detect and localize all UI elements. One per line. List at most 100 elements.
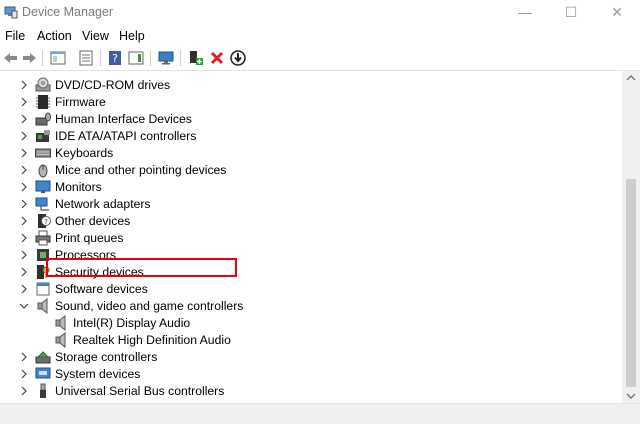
printer-icon (35, 230, 51, 246)
scroll-down-icon[interactable] (622, 389, 640, 403)
hid-icon (35, 112, 51, 126)
chevron-right-icon[interactable] (18, 248, 30, 262)
tree-item-intel-display-audio[interactable]: Intel(R) Display Audio (0, 315, 622, 332)
menu-bar: File Action View Help (0, 26, 640, 46)
speaker-icon (55, 315, 66, 331)
usb-icon (40, 383, 46, 398)
dvd-drive-icon (35, 77, 51, 92)
device-list-icon[interactable] (77, 49, 95, 67)
forward-icon[interactable] (20, 49, 38, 67)
tree-item-label: Sound, video and game controllers (55, 299, 244, 313)
chevron-right-icon[interactable] (18, 163, 30, 177)
tree-item-label: Security devices (55, 265, 144, 279)
chevron-right-icon[interactable] (18, 112, 30, 126)
tree-item-software-devices[interactable]: Software devices (0, 281, 622, 298)
chevron-right-icon[interactable] (18, 197, 30, 211)
chevron-right-icon[interactable] (18, 146, 30, 160)
chevron-right-icon[interactable] (18, 231, 30, 245)
tree-item-other-devices[interactable]: ? Other devices (0, 213, 622, 230)
chevron-right-icon[interactable] (18, 384, 30, 398)
tree-item-label: Intel(R) Display Audio (73, 316, 191, 330)
tree-item-network-adapters[interactable]: Network adapters (0, 196, 622, 213)
chevron-right-icon[interactable] (18, 214, 30, 228)
software-device-icon (36, 282, 50, 296)
toolbar-separator (100, 50, 101, 66)
vertical-scrollbar[interactable] (622, 71, 640, 403)
monitor-scan-icon[interactable] (157, 49, 175, 67)
maximize-button[interactable]: ☐ (548, 0, 594, 26)
processor-icon (37, 249, 49, 261)
menu-help[interactable]: Help (119, 29, 145, 43)
close-button[interactable]: ✕ (594, 0, 640, 26)
window-title: Device Manager (22, 5, 114, 19)
tree-item-label: Software devices (55, 282, 148, 296)
security-device-icon (37, 265, 50, 279)
tree-item-label: System devices (55, 367, 141, 381)
tree-item-label: Universal Serial Bus controllers (55, 384, 225, 398)
storage-controller-icon (35, 351, 51, 364)
tree-item-monitors[interactable]: Monitors (0, 179, 622, 196)
tree-item-usb-controllers[interactable]: Universal Serial Bus controllers (0, 383, 622, 400)
status-bar (0, 403, 640, 424)
chevron-right-icon[interactable] (18, 367, 30, 381)
chevron-right-icon[interactable] (18, 95, 30, 109)
help-icon[interactable]: ? (106, 49, 124, 67)
chevron-right-icon[interactable] (18, 265, 30, 279)
chevron-right-icon[interactable] (18, 78, 30, 92)
tree-item-keyboards[interactable]: Keyboards (0, 145, 622, 162)
update-driver-icon[interactable] (187, 49, 205, 67)
tree-item-label: Other devices (55, 214, 131, 228)
toolbar-separator (42, 50, 43, 66)
chevron-down-icon[interactable] (18, 299, 30, 313)
tree-item-storage-controllers[interactable]: Storage controllers (0, 349, 622, 366)
monitor-icon (35, 180, 51, 193)
tree-item-dvd-drives[interactable]: DVD/CD-ROM drives (0, 77, 622, 94)
tree-item-label: Network adapters (55, 197, 151, 211)
minimize-button[interactable]: — (502, 0, 548, 26)
system-device-icon (35, 367, 51, 379)
chevron-right-icon[interactable] (18, 180, 30, 194)
mouse-icon (38, 164, 48, 178)
chevron-right-icon[interactable] (18, 282, 30, 296)
tree-item-hid[interactable]: Human Interface Devices (0, 111, 622, 128)
tree-item-system-devices[interactable]: System devices (0, 366, 622, 383)
menu-view[interactable]: View (82, 29, 109, 43)
tree-item-security-devices[interactable]: Security devices (0, 264, 622, 281)
menu-action[interactable]: Action (37, 29, 72, 43)
menu-file[interactable]: File (5, 29, 25, 43)
tree-item-label: Processors (55, 248, 116, 262)
tree-item-label: Keyboards (55, 146, 114, 160)
keyboard-icon (35, 148, 51, 158)
tree-item-label: Firmware (55, 95, 106, 109)
action-pane-icon[interactable] (127, 49, 145, 67)
device-tree: DVD/CD-ROM drives Firmware Human Interfa… (0, 71, 622, 403)
scroll-up-icon[interactable] (622, 71, 640, 85)
other-devices-icon: ? (38, 214, 51, 228)
back-icon[interactable] (2, 49, 20, 67)
ide-controller-icon (36, 130, 50, 142)
svg-text:?: ? (44, 218, 48, 226)
tree-item-firmware[interactable]: Firmware (0, 94, 622, 111)
tree-item-mice[interactable]: Mice and other pointing devices (0, 162, 622, 179)
tree-item-processors[interactable]: Processors (0, 247, 622, 264)
title-bar: Device Manager — ☐ ✕ (0, 0, 640, 26)
device-manager-app-icon (4, 6, 18, 19)
tree-item-label: Storage controllers (55, 350, 158, 364)
tree-item-realtek-audio[interactable]: Realtek High Definition Audio (0, 332, 622, 349)
chevron-right-icon[interactable] (18, 350, 30, 364)
tree-item-label: IDE ATA/ATAPI controllers (55, 129, 197, 143)
network-adapter-icon (35, 197, 49, 211)
tree-item-ide-controllers[interactable]: IDE ATA/ATAPI controllers (0, 128, 622, 145)
toolbar-separator (150, 50, 151, 66)
scrollbar-thumb[interactable] (626, 179, 636, 387)
tree-item-print-queues[interactable]: Print queues (0, 230, 622, 247)
tree-item-label: Realtek High Definition Audio (73, 333, 231, 347)
svg-text:?: ? (112, 52, 118, 65)
disable-icon[interactable] (229, 49, 247, 67)
properties-pane-icon[interactable] (49, 49, 67, 67)
chevron-right-icon[interactable] (18, 129, 30, 143)
uninstall-icon[interactable] (208, 49, 226, 67)
tree-item-label: Human Interface Devices (55, 112, 192, 126)
tree-item-sound-video-game[interactable]: Sound, video and game controllers (0, 298, 622, 315)
toolbar-separator (180, 50, 181, 66)
